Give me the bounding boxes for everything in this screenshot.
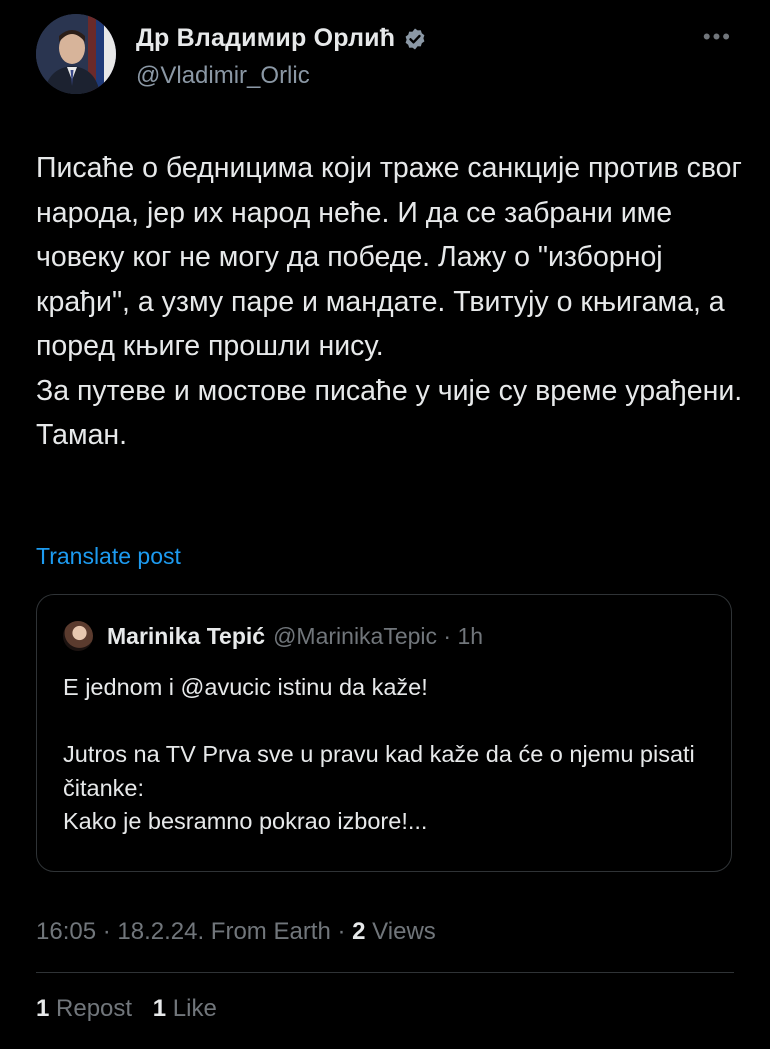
- verified-badge-icon[interactable]: [403, 27, 427, 51]
- views-count: 2: [352, 918, 366, 945]
- quoted-author-handle-time: @MarinikaTepic · 1h: [273, 622, 484, 649]
- author-avatar-image: [36, 14, 116, 94]
- tweet-timestamp[interactable]: 16:05 · 18.2.24. From Earth ·: [36, 918, 352, 945]
- engagement-stats: 1 Repost 1 Like: [36, 995, 231, 1023]
- quoted-tweet-text: E jednom i @avucic istinu da kaže! Jutro…: [63, 674, 695, 834]
- tweet-text: Писаће о бедницима који траже санкције п…: [36, 152, 743, 451]
- quoted-tweet-header: Marinika Tepić @MarinikaTepic · 1h: [63, 621, 483, 651]
- author-avatar[interactable]: [36, 14, 116, 94]
- quoted-author-avatar[interactable]: [63, 621, 93, 651]
- views-label: Views: [365, 918, 436, 945]
- reposts-stat[interactable]: 1 Repost: [36, 995, 132, 1023]
- likes-label: Like: [172, 995, 217, 1022]
- reposts-count: 1: [36, 995, 50, 1022]
- author-name[interactable]: Др Владимир Орлић: [136, 24, 395, 53]
- likes-stat[interactable]: 1 Like: [153, 995, 217, 1023]
- author-name-row: Др Владимир Орлић: [136, 24, 427, 53]
- more-options-icon[interactable]: •••: [703, 26, 732, 48]
- tweet-header: Др Владимир Орлић @Vladimir_Orlic •••: [36, 12, 736, 100]
- translate-post-link[interactable]: Translate post: [36, 543, 181, 570]
- tweet-metadata: 16:05 · 18.2.24. From Earth · 2 Views: [36, 918, 436, 946]
- divider: [36, 972, 734, 973]
- quoted-author-name[interactable]: Marinika Tepić: [107, 623, 265, 650]
- likes-count: 1: [152, 995, 167, 1022]
- quoted-tweet[interactable]: Marinika Tepić @MarinikaTepic · 1h E jed…: [36, 594, 732, 872]
- author-handle[interactable]: @Vladimir_Orlic: [136, 62, 310, 90]
- reposts-label: Repost: [56, 995, 133, 1022]
